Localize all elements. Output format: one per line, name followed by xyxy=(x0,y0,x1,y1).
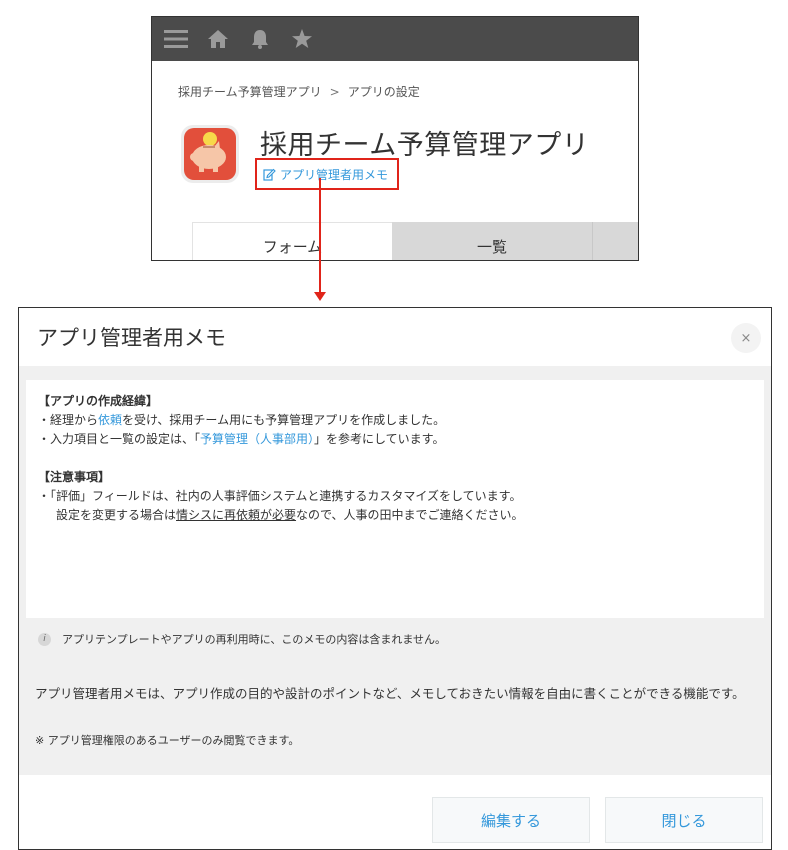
tab-list[interactable]: 一覧 xyxy=(392,222,592,260)
connector-arrow-icon xyxy=(314,292,326,301)
admin-memo-link[interactable]: アプリ管理者用メモ xyxy=(255,158,399,190)
breadcrumb-current: アプリの設定 xyxy=(347,85,420,99)
memo-line: ・入力項目と一覧の設定は、「予算管理（人事部用）」を参考にしています。 xyxy=(26,430,764,449)
edit-note-icon xyxy=(263,168,276,181)
memo-underlined-text: 情シスに再依頼が必要 xyxy=(176,508,297,522)
memo-heading: 【アプリの作成経緯】 xyxy=(26,392,764,411)
memo-heading: 【注意事項】 xyxy=(26,468,764,487)
app-body: 採用チーム予算管理アプリ > アプリの設定 採用チーム予算管理アプリ アプリ管理者用… xyxy=(152,61,638,260)
connector-line xyxy=(319,178,321,293)
memo-text: 設定を変更する場合は xyxy=(56,508,177,522)
breadcrumb-app[interactable]: 採用チーム予算管理アプリ xyxy=(178,85,322,99)
app-topbar xyxy=(152,17,638,61)
admin-memo-dialog: アプリ管理者用メモ × 【アプリの作成経緯】 ・経理から依頼を受け、採用チーム用… xyxy=(18,307,772,850)
memo-heading-text: 【注意事項】 xyxy=(38,470,111,484)
memo-heading-text: 【アプリの作成経緯】 xyxy=(38,394,159,408)
memo-text: を受け、採用チーム用にも予算管理アプリを作成しました。 xyxy=(122,413,446,427)
home-icon[interactable] xyxy=(204,25,232,53)
dialog-title: アプリ管理者用メモ xyxy=(37,326,226,350)
memo-spacer xyxy=(26,449,764,468)
memo-notice-text: アプリテンプレートやアプリの再利用時に、このメモの内容は含まれません。 xyxy=(62,633,447,646)
memo-content: 【アプリの作成経緯】 ・経理から依頼を受け、採用チーム用にも予算管理アプリを作成… xyxy=(26,380,764,618)
close-icon[interactable]: × xyxy=(731,323,761,353)
permission-note: ※ アプリ管理権限のあるユーザーのみ閲覧できます。 xyxy=(35,734,300,747)
memo-line: ・経理から依頼を受け、採用チーム用にも予算管理アプリを作成しました。 xyxy=(26,411,764,430)
breadcrumb: 採用チーム予算管理アプリ > アプリの設定 xyxy=(178,83,420,100)
memo-description: アプリ管理者用メモは、アプリ作成の目的や設計のポイントなど、メモしておきたい情報… xyxy=(35,686,745,701)
close-button[interactable]: 閉じる xyxy=(605,797,763,843)
memo-link-request[interactable]: 依頼 xyxy=(98,413,122,427)
settings-tabs: フォーム 一覧 xyxy=(192,222,638,260)
memo-line: ・「評価」フィールドは、社内の人事評価システムと連携するカスタマイズをしています… xyxy=(38,489,522,503)
memo-link-budget-app[interactable]: 予算管理（人事部用） xyxy=(200,432,314,446)
edit-button[interactable]: 編集する xyxy=(432,797,590,843)
admin-memo-link-label: アプリ管理者用メモ xyxy=(280,167,389,182)
tab-form[interactable]: フォーム xyxy=(192,222,392,260)
app-title: 採用チーム予算管理アプリ xyxy=(260,130,590,161)
menu-icon[interactable] xyxy=(162,25,190,53)
breadcrumb-separator: > xyxy=(329,85,340,99)
dialog-header: アプリ管理者用メモ × xyxy=(19,308,771,366)
memo-line: 設定を変更する場合は情シスに再依頼が必要なので、人事の田中までご連絡ください。 xyxy=(26,506,764,525)
app-settings-screenshot: 採用チーム予算管理アプリ > アプリの設定 採用チーム予算管理アプリ アプリ管理者用… xyxy=(151,16,639,261)
star-icon[interactable] xyxy=(288,25,316,53)
dialog-footer: 編集する 閉じる xyxy=(19,775,771,849)
memo-text: ・入力項目と一覧の設定は、「 xyxy=(38,432,201,446)
memo-text: なので、人事の田中までご連絡ください。 xyxy=(296,508,524,522)
tab-more[interactable] xyxy=(592,222,638,260)
memo-text: ・経理から xyxy=(38,413,99,427)
memo-notice: i アプリテンプレートやアプリの再利用時に、このメモの内容は含まれません。 xyxy=(26,621,764,657)
memo-text: 」を参考にしています。 xyxy=(314,432,445,446)
info-icon: i xyxy=(38,632,51,646)
bell-icon[interactable] xyxy=(246,25,274,53)
piggy-bank-app-icon xyxy=(180,124,240,186)
